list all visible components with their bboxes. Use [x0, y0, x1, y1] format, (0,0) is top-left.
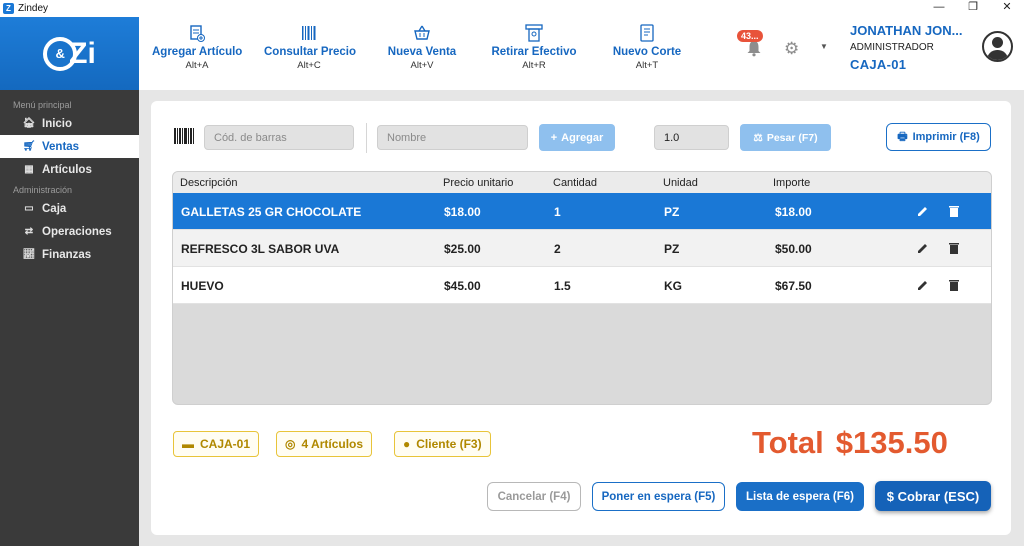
app-logo: & Zi — [43, 36, 96, 71]
quantity-input[interactable] — [654, 125, 729, 150]
exchange-icon: ⇄ — [24, 226, 34, 237]
close-button[interactable]: ✕ — [990, 0, 1024, 17]
top-toolbar: Agregar Artículo Alt+A Consultar Precio … — [139, 17, 1024, 90]
items-count-chip[interactable]: ◎ 4 Artículos — [276, 431, 373, 457]
sidebar-item-articulos[interactable]: ▦ Artículos — [0, 158, 139, 181]
user-register: CAJA-01 — [850, 57, 907, 72]
table-row[interactable]: REFRESCO 3L SABOR UVA $25.00 2 PZ $50.00 — [173, 230, 991, 267]
sidebar-section-admin: Administración — [13, 185, 73, 195]
client-chip[interactable]: ● Cliente (F3) — [394, 431, 491, 457]
cash-drawer-icon: ▭ — [24, 203, 34, 214]
add-item-button[interactable]: Agregar Artículo Alt+A — [152, 23, 242, 71]
sidebar-section-main: Menú principal — [13, 100, 72, 110]
add-item-icon — [190, 25, 205, 42]
table-header: Descripción Precio unitario Cantidad Uni… — [173, 172, 991, 193]
cart-icon: 🛒︎ — [22, 141, 36, 152]
window-titlebar: Z Zindey — ❐ ✕ — [0, 0, 1024, 17]
sidebar-item-inicio[interactable]: 🏠︎ Inicio — [0, 112, 139, 135]
app-icon: Z — [3, 3, 14, 14]
user-name: JONATHAN JON... — [850, 23, 963, 38]
table-row[interactable]: HUEVO $45.00 1.5 KG $67.50 — [173, 267, 991, 304]
barcode-icon — [302, 26, 316, 40]
register-chip[interactable]: ▬ CAJA-01 — [173, 431, 260, 457]
sidebar-item-ventas[interactable]: 🛒︎ Ventas — [0, 135, 139, 158]
gear-icon[interactable]: ⚙ — [784, 39, 799, 59]
sale-items-table: Descripción Precio unitario Cantidad Uni… — [172, 171, 992, 405]
column-header-quantity: Cantidad — [553, 177, 598, 189]
cancel-button[interactable]: Cancelar (F4) — [487, 482, 581, 511]
check-price-button[interactable]: Consultar Precio Alt+C — [264, 23, 356, 71]
charge-button[interactable]: $ Cobrar (ESC) — [875, 481, 991, 511]
total-label: Total — [752, 425, 824, 460]
hold-list-button[interactable]: Lista de espera (F6) — [736, 482, 864, 511]
home-icon: 🏠︎ — [22, 118, 36, 129]
logo-area: & Zi — [0, 17, 139, 90]
minimize-button[interactable]: — — [922, 0, 956, 17]
barcode-icon — [174, 128, 194, 144]
new-sale-button[interactable]: Nueva Venta Alt+V — [377, 23, 467, 71]
register-icon: ▬ — [182, 437, 194, 451]
column-header-unit: Unidad — [663, 177, 698, 189]
maximize-button[interactable]: ❐ — [956, 0, 990, 17]
divider — [366, 123, 367, 153]
column-header-unit-price: Precio unitario — [443, 177, 514, 189]
edit-icon[interactable] — [916, 241, 930, 255]
scale-icon: ⚖ — [753, 131, 763, 144]
barcode-input[interactable] — [204, 125, 354, 150]
weigh-button[interactable]: ⚖ Pesar (F7) — [740, 124, 831, 151]
sidebar-item-operaciones[interactable]: ⇄ Operaciones — [0, 220, 139, 243]
basket-icon — [414, 25, 430, 40]
edit-icon[interactable] — [916, 204, 930, 218]
boxes-icon: ▦ — [24, 164, 34, 175]
total-display: Total $135.50 — [752, 425, 948, 461]
chevron-down-icon[interactable]: ▼ — [820, 42, 828, 51]
user-role: ADMINISTRADOR — [850, 42, 934, 53]
chart-icon: 📈︎ — [22, 249, 36, 260]
cash-withdraw-icon — [525, 24, 543, 42]
coins-icon: ◎ — [285, 437, 296, 451]
sidebar-item-finanzas[interactable]: 📈︎ Finanzas — [0, 243, 139, 266]
add-button[interactable]: + Agregar — [539, 124, 615, 151]
column-header-description: Descripción — [180, 177, 238, 189]
window-title: Zindey — [18, 3, 49, 14]
withdraw-cash-button[interactable]: Retirar Efectivo Alt+R — [489, 23, 579, 71]
trash-icon[interactable] — [947, 204, 961, 218]
hold-button[interactable]: Poner en espera (F5) — [592, 482, 725, 511]
plus-icon: + — [550, 131, 558, 144]
notification-badge: 43... — [737, 30, 763, 42]
table-row[interactable]: GALLETAS 25 GR CHOCOLATE $18.00 1 PZ $18… — [173, 193, 991, 230]
column-header-amount: Importe — [773, 177, 811, 189]
receipt-icon — [640, 24, 654, 42]
printer-icon: 🖶 — [897, 130, 908, 143]
total-amount: $135.50 — [835, 425, 948, 460]
avatar[interactable] — [982, 31, 1013, 62]
user-icon: ● — [403, 437, 411, 451]
sidebar-item-caja[interactable]: ▭ Caja — [0, 197, 139, 220]
trash-icon[interactable] — [947, 278, 961, 292]
trash-icon[interactable] — [947, 241, 961, 255]
name-input[interactable] — [377, 125, 528, 150]
sidebar: & Zi Menú principal 🏠︎ Inicio 🛒︎ Ventas … — [0, 17, 139, 546]
edit-icon[interactable] — [916, 278, 930, 292]
print-button[interactable]: 🖶 Imprimir (F8) — [886, 123, 991, 151]
new-cut-button[interactable]: Nuevo Corte Alt+T — [602, 23, 692, 71]
